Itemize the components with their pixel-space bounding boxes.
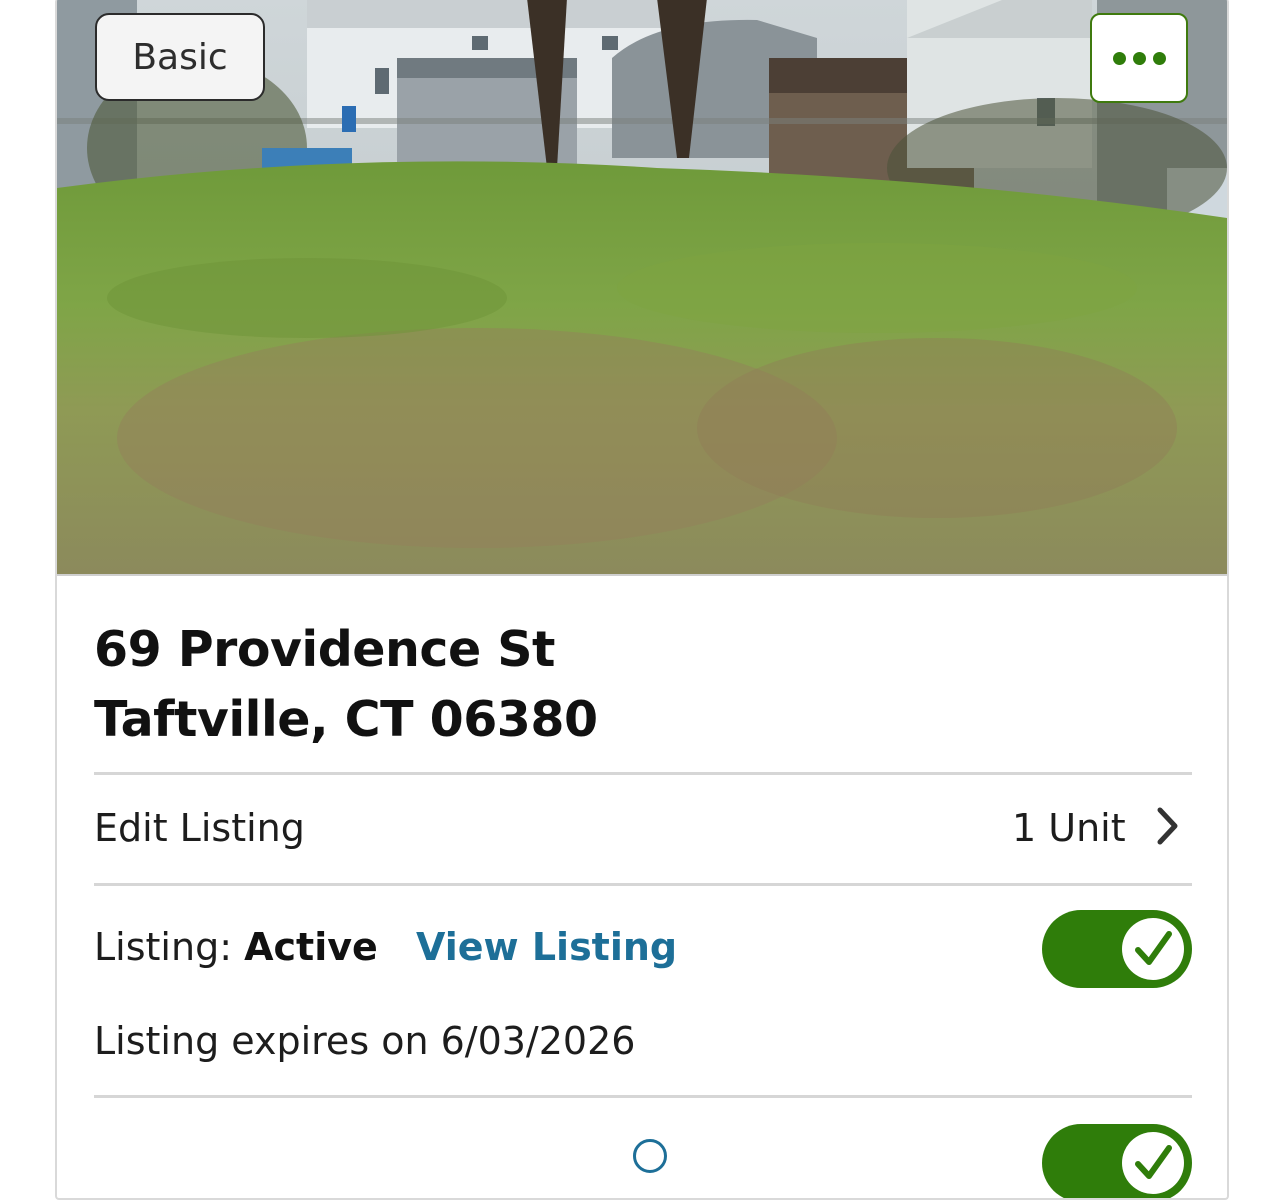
edit-listing-label[interactable]: Edit Listing bbox=[94, 806, 305, 850]
divider bbox=[94, 1095, 1192, 1098]
info-icon[interactable] bbox=[633, 1139, 667, 1173]
toggle-knob bbox=[1122, 1132, 1184, 1194]
address-line-2: Taftville, CT 06380 bbox=[94, 691, 598, 748]
divider bbox=[94, 772, 1192, 775]
listing-active-toggle[interactable] bbox=[1042, 910, 1192, 988]
checkmark-icon bbox=[1135, 931, 1172, 965]
listing-photo[interactable]: Basic bbox=[57, 0, 1227, 576]
toggle-knob bbox=[1122, 918, 1184, 980]
listing-card: Basic 69 Providence St Taftville, CT 063… bbox=[55, 0, 1229, 1200]
plan-badge: Basic bbox=[95, 13, 265, 101]
setting-toggle[interactable] bbox=[1042, 1124, 1192, 1198]
more-horizontal-icon bbox=[1112, 51, 1166, 65]
checkmark-icon bbox=[1135, 1145, 1172, 1179]
more-options-button[interactable] bbox=[1090, 13, 1188, 103]
address-line-1: 69 Providence St bbox=[94, 621, 555, 678]
listing-status-text: Listing: Active View Listing bbox=[94, 925, 677, 969]
divider bbox=[94, 883, 1192, 886]
listing-expiry-text: Listing expires on 6/03/2026 bbox=[94, 1019, 636, 1063]
listing-status-label: Listing: bbox=[94, 925, 232, 969]
listing-status-value: Active bbox=[244, 925, 378, 969]
listing-address: 69 Providence St Taftville, CT 06380 bbox=[94, 615, 598, 755]
plan-badge-label: Basic bbox=[132, 36, 228, 78]
view-listing-link[interactable]: View Listing bbox=[416, 925, 677, 969]
chevron-right-icon[interactable] bbox=[1155, 806, 1181, 846]
unit-count: 1 Unit bbox=[1012, 806, 1126, 850]
